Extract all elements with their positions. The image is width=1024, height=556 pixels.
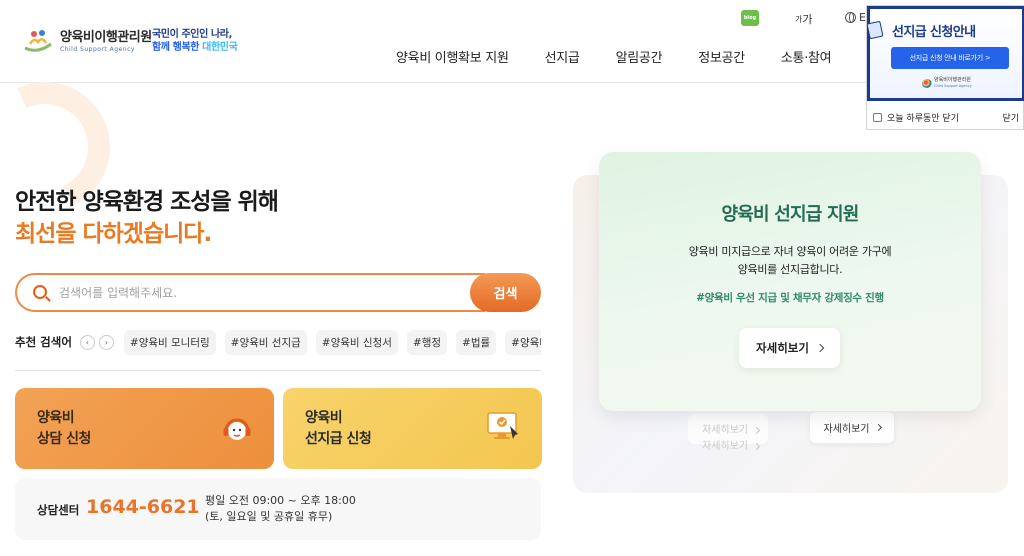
background-more-text: 자세히보기 bbox=[702, 425, 748, 436]
keyword-chips: #양육비 모니터링 #양육비 선지급 #양육비 신청서 #행정 #법률 #양육비 bbox=[123, 329, 541, 355]
advance-payment-apply-card[interactable]: 양육비 선지급 신청 bbox=[283, 388, 542, 469]
popup-close-button[interactable]: 닫기 bbox=[1002, 111, 1019, 124]
background-more-link: 자세히보기 bbox=[702, 421, 761, 436]
chevron-right-icon bbox=[752, 426, 761, 435]
document-icon bbox=[866, 20, 884, 40]
counsel-hours: 평일 오전 09:00 ~ 오후 18:00 (토, 일요일 및 공휴일 휴무) bbox=[205, 493, 356, 525]
slogan: 국민이 주인인 나라, 함께 행복한 대한민국 bbox=[152, 28, 238, 54]
main-nav: 양육비 이행확보 지원 선지급 알림공간 정보공간 소통·참여 C bbox=[396, 47, 912, 66]
popup-footer: 오늘 하루동안 닫기 닫기 bbox=[867, 104, 1024, 131]
card-line-1: 양육비 bbox=[305, 410, 343, 426]
promo-card: 양육비 선지급 지원 양육비 미지급으로 자녀 양육이 어려운 가구에 양육비를… bbox=[599, 152, 981, 411]
blog-icon[interactable]: blog bbox=[741, 10, 759, 26]
chevron-right-icon[interactable]: › bbox=[98, 334, 114, 350]
chevron-right-icon bbox=[815, 343, 825, 353]
font-size-toggle[interactable]: 가가 bbox=[795, 11, 813, 27]
background-more-text: 자세히보기 bbox=[702, 441, 748, 452]
background-more-link: 자세히보기 bbox=[702, 437, 761, 452]
notice-popup: 선지급 신청안내 선지급 신청 안내 바로가기 > 양육비이행관리원 Child… bbox=[866, 5, 1024, 130]
chevron-right-icon bbox=[874, 423, 882, 432]
popup-logo-sub: Child Support Agency bbox=[934, 84, 972, 88]
nav-item-communication[interactable]: 소통·참여 bbox=[781, 47, 832, 66]
dont-show-today-checkbox[interactable]: 오늘 하루동안 닫기 bbox=[873, 111, 959, 124]
hours-line-1: 평일 오전 09:00 ~ 오후 18:00 bbox=[205, 494, 356, 507]
keyword-chip[interactable]: #양육비 선지급 bbox=[224, 329, 307, 355]
popup-content: 선지급 신청안내 선지급 신청 안내 바로가기 > 양육비이행관리원 Child… bbox=[866, 6, 1024, 101]
slogan-highlight: 대한민국 bbox=[202, 42, 238, 53]
nav-item-notice[interactable]: 알림공간 bbox=[616, 47, 663, 66]
card-text: 양육비 선지급 신청 bbox=[305, 408, 372, 450]
promo-more-label: 자세히보기 bbox=[756, 341, 809, 355]
keyword-chip[interactable]: #행정 bbox=[406, 329, 448, 355]
promo-desc-line-1: 양육비 미지급으로 자녀 양육이 어려운 가구에 bbox=[688, 245, 892, 258]
search-button[interactable]: 검색 bbox=[470, 273, 541, 312]
keywords-label: 추천 검색어 bbox=[15, 335, 72, 349]
background-more-button[interactable]: 자세히보기 bbox=[810, 412, 894, 443]
logo-mark-icon bbox=[22, 24, 54, 54]
site-logo[interactable]: 양육비이행관리원 Child Support Agency bbox=[22, 24, 152, 54]
dont-show-today-label: 오늘 하루동안 닫기 bbox=[887, 114, 959, 124]
counsel-phone-number[interactable]: 1644-6621 bbox=[86, 496, 200, 518]
hero-title-line-2: 최선을 다하겠습니다. bbox=[15, 221, 212, 247]
background-more-text: 자세히보기 bbox=[823, 424, 870, 435]
popup-title: 선지급 신청안내 bbox=[866, 20, 976, 40]
hero-title: 안전한 양육환경 조성을 위해 최선을 다하겠습니다. bbox=[15, 186, 279, 250]
blog-label: blog bbox=[743, 15, 757, 21]
nav-item-info[interactable]: 정보공간 bbox=[698, 47, 745, 66]
hero-title-line-1: 안전한 양육환경 조성을 위해 bbox=[15, 189, 279, 215]
headset-agent-icon bbox=[223, 418, 251, 440]
counsel-apply-card[interactable]: 양육비 상담 신청 bbox=[15, 388, 274, 469]
logo-subtitle: Child Support Agency bbox=[60, 45, 135, 53]
popup-logo: 양육비이행관리원 Child Support Agency bbox=[922, 77, 972, 89]
search-icon bbox=[33, 285, 47, 299]
popup-title-text: 선지급 신청안내 bbox=[892, 25, 976, 40]
hours-line-2: (토, 일요일 및 공휴일 휴무) bbox=[205, 510, 333, 523]
font-size-small: 가 bbox=[795, 14, 803, 24]
font-size-large: 가 bbox=[802, 13, 813, 26]
logo-name: 양육비이행관리원 bbox=[60, 29, 152, 45]
card-line-2: 선지급 신청 bbox=[305, 431, 372, 447]
search-box bbox=[15, 273, 485, 312]
popup-apply-button[interactable]: 선지급 신청 안내 바로가기 > bbox=[891, 47, 1009, 69]
card-line-2: 상담 신청 bbox=[37, 431, 91, 447]
card-line-1: 양육비 bbox=[37, 410, 75, 426]
counsel-center: 상담센터 1644-6621 평일 오전 09:00 ~ 오후 18:00 (토… bbox=[15, 478, 541, 540]
keyword-chip[interactable]: #양육비 신청서 bbox=[315, 329, 398, 355]
slogan-line-2-prefix: 함께 행복한 bbox=[152, 42, 203, 53]
language-label: E bbox=[859, 11, 866, 24]
card-text: 양육비 상담 신청 bbox=[37, 408, 91, 450]
chevron-right-icon bbox=[752, 442, 761, 451]
counsel-center-label: 상담센터 bbox=[37, 503, 80, 517]
nav-item-child-support[interactable]: 양육비 이행확보 지원 bbox=[396, 47, 509, 66]
slogan-line-2: 함께 행복한 대한민국 bbox=[152, 41, 238, 54]
search-bar: 검색 bbox=[15, 273, 541, 312]
nav-item-advance-payment[interactable]: 선지급 bbox=[545, 47, 580, 66]
keyword-chip[interactable]: #양육비 모니터링 bbox=[123, 329, 216, 355]
language-selector[interactable]: E bbox=[845, 11, 866, 24]
globe-icon bbox=[845, 12, 856, 23]
promo-title: 양육비 선지급 지원 bbox=[721, 204, 859, 225]
checkbox-box[interactable] bbox=[873, 113, 882, 122]
promo-description: 양육비 미지급으로 자녀 양육이 어려운 가구에 양육비를 선지급합니다. bbox=[599, 243, 981, 279]
keyword-chip[interactable]: #법률 bbox=[456, 329, 497, 355]
monitor-checklist-icon bbox=[487, 412, 518, 439]
recommended-keywords: 추천 검색어 ‹ › #양육비 모니터링 #양육비 선지급 #양육비 신청서 #… bbox=[15, 329, 541, 355]
slogan-line-1: 국민이 주인인 나라, bbox=[152, 29, 232, 40]
keyword-chip[interactable]: #양육비 bbox=[505, 329, 541, 355]
chevron-left-icon[interactable]: ‹ bbox=[79, 334, 95, 350]
divider bbox=[15, 370, 541, 371]
promo-more-button[interactable]: 자세히보기 bbox=[739, 328, 840, 368]
popup-logo-icon bbox=[922, 78, 932, 88]
promo-hashtag: #양육비 우선 지급 및 채무자 강제징수 진행 bbox=[696, 292, 884, 304]
promo-desc-line-2: 양육비를 선지급합니다. bbox=[737, 263, 843, 276]
search-input[interactable] bbox=[59, 283, 459, 303]
